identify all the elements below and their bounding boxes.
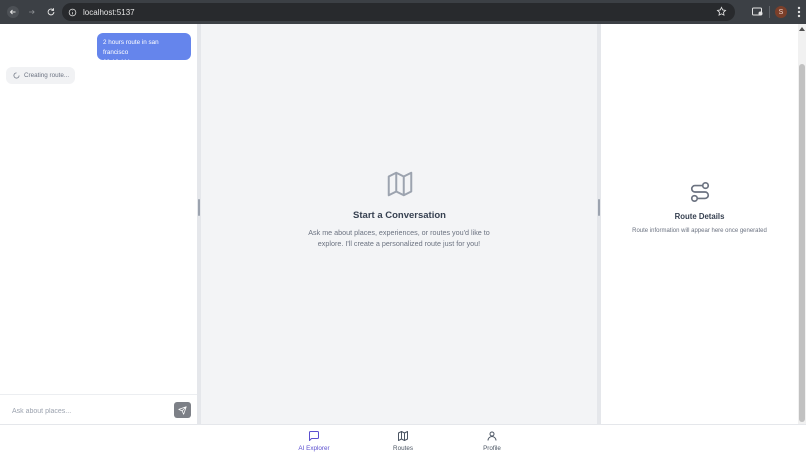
avatar: S (775, 6, 787, 18)
page-scrollbar[interactable] (798, 24, 806, 424)
empty-state-description: Ask me about places, experiences, or rou… (308, 228, 490, 248)
profile-button[interactable]: S (770, 0, 792, 24)
extension-icon (752, 7, 763, 16)
route-details-panel: Route Details Route information will app… (601, 24, 798, 424)
chat-input-row (0, 394, 197, 424)
nav-item-profile[interactable]: Profile (462, 430, 522, 456)
reload-icon (47, 8, 54, 16)
route-details-title: Route Details (674, 212, 725, 221)
address-bar[interactable]: localhost:5137 (62, 3, 735, 21)
browser-toolbar: localhost:5137 S (0, 0, 806, 24)
url-text: localhost:5137 (83, 7, 135, 17)
chat-input[interactable] (6, 402, 166, 420)
status-message: Creating route... (6, 67, 75, 84)
arrow-right-icon (28, 10, 35, 14)
extension-button[interactable] (747, 0, 769, 24)
nav-item-routes[interactable]: Routes (373, 430, 433, 456)
main-canvas: Start a Conversation Ask me about places… (201, 24, 598, 424)
empty-state-title: Start a Conversation (353, 210, 446, 221)
status-text: Creating route... (24, 72, 70, 79)
app: 2 hours route in san francisco 03:12 AM … (0, 24, 806, 456)
site-info-icon[interactable] (68, 8, 77, 17)
arrow-left-icon (6, 6, 19, 18)
reload-button[interactable] (41, 0, 60, 24)
forward-button[interactable] (22, 0, 41, 24)
more-vertical-icon (797, 6, 801, 18)
resize-grip[interactable] (598, 199, 600, 216)
route-icon (690, 182, 710, 202)
bookmark-star-icon[interactable] (716, 6, 727, 17)
scroll-up-arrow-icon[interactable] (799, 26, 805, 32)
user-icon (487, 431, 497, 441)
user-message-text: 2 hours route in san francisco (103, 39, 159, 56)
map-icon (398, 431, 408, 441)
nav-label: Routes (393, 445, 413, 452)
map-icon (387, 171, 413, 197)
message-square-icon (309, 431, 319, 441)
back-button[interactable] (3, 0, 22, 24)
nav-label: AI Explorer (298, 445, 330, 452)
browser-menu-button[interactable] (792, 0, 806, 24)
user-message-bubble: 2 hours route in san francisco 03:12 AM (97, 33, 191, 66)
nav-label: Profile (483, 445, 501, 452)
nav-item-ai-explorer[interactable]: AI Explorer (284, 430, 344, 456)
spinner-icon (13, 72, 20, 79)
send-button[interactable] (174, 402, 191, 418)
browser-actions: S (747, 0, 806, 24)
chat-panel: 2 hours route in san francisco 03:12 AM … (0, 24, 197, 424)
bottom-nav: AI Explorer Routes Profile (0, 424, 806, 456)
user-message-time: 03:12 AM (103, 59, 130, 66)
resize-grip[interactable] (198, 199, 200, 216)
send-icon (178, 405, 187, 415)
scrollbar-thumb[interactable] (799, 64, 805, 422)
route-details-description: Route information will appear here once … (632, 228, 767, 234)
